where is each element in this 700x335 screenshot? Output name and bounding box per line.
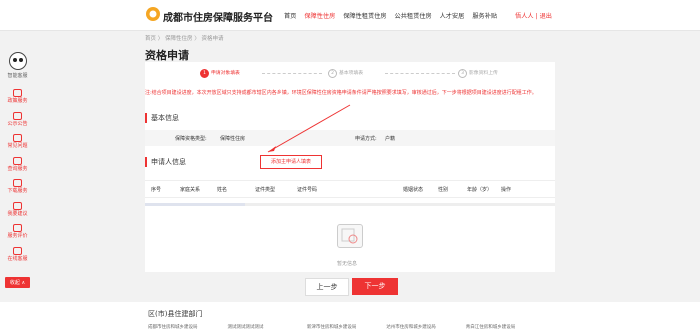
col-header: 序号 [151,187,162,193]
col-header: 证件号码 [297,187,318,193]
sidebar-item-notice[interactable]: 公示公告 [0,111,35,128]
query-icon [13,156,22,165]
step-divider [385,73,455,75]
step-3: 3 影像资料上传 [458,69,498,78]
footer: 区(市)县住建部门 成都市住房和城乡建设局 测试测试测试测试 新津市住房和城乡建… [0,302,700,335]
nav-public-rental[interactable]: 公共租赁住房 [395,13,432,20]
nav-subsidy[interactable]: 服务补贴 [472,13,497,20]
footer-link[interactable]: 成都市住房和城乡建设局 [148,324,226,330]
footer-title: 区(市)县住建部门 [148,310,203,318]
footer-link[interactable]: 青白江住房和城乡建设局 [466,324,544,330]
site-logo-icon[interactable] [144,6,162,24]
page-title: 资格申请 [145,49,189,62]
smart-service-label: 智能客服 [7,73,28,79]
col-header: 姓名 [217,187,228,193]
star-icon [13,134,22,142]
footer-link[interactable]: 测试测试测试测试 [227,324,305,330]
sidebar-item-label: 下载服务 [7,188,28,194]
step-label: 影像资料上传 [469,71,498,76]
step-label: 基本项填表 [339,71,363,76]
top-header: 成都市住房保障服务平台 首页 保障性住房 保障性租赁住房 公共租赁住房 人才安居… [0,0,700,31]
sidebar-item-download[interactable]: 下载服务 [0,179,35,195]
sidebar-item-online-service[interactable]: 在线客服 [0,246,35,263]
col-header: 婚姻状态 [403,187,424,193]
footer-links: 成都市住房和城乡建设局 测试测试测试测试 新津市住房和城乡建设局 达州市住房和城… [148,324,544,330]
sidebar-item-faq[interactable]: 常见问题 [0,134,35,150]
sidebar-item-label: 在线客服 [7,255,28,262]
nav-affordable-rental[interactable]: 保障性租赁住房 [343,13,386,20]
empty-data-icon [337,224,363,248]
progress-steps: 1 申请对象填表 2 基本项填表 3 影像资料上传 [200,67,500,81]
col-header: 家庭关系 [180,187,201,193]
sidebar-item-label: 服务评价 [7,233,28,239]
site-title[interactable]: 成都市住房保障服务平台 [163,9,273,24]
suggest-icon [13,201,22,210]
nav-affordable-housing[interactable]: 保障性住房 [304,13,335,20]
download-icon [13,179,22,187]
application-card: 1 申请对象填表 2 基本项填表 3 影像资料上传 注:结合项目建设进度，本次开放区域… [145,62,555,272]
prev-button[interactable]: 上一步 [305,278,349,296]
step-1: 1 申请对象填表 [200,69,240,78]
col-header: 性别 [438,187,449,193]
nav-home[interactable]: 首页 [284,13,296,20]
sidebar-item-policy[interactable]: 政策服务 [0,89,35,105]
user-logout[interactable]: 悟人人 | 退出 [515,11,552,20]
sidebar-item-query[interactable]: 查询服务 [0,156,35,173]
col-header: 证件类型 [255,187,276,193]
sidebar-item-label: 公示公告 [7,120,28,127]
step-2: 2 基本项填表 [328,69,363,78]
col-header: 操作 [501,187,512,193]
applicant-table-header: 序号 家庭关系 姓名 证件类型 证件号码 婚姻状态 性别 年龄（岁） 操作 [145,180,555,198]
basic-info-row: 保障资格类型: 保障性住房 申请方式: 户籍 [145,130,555,146]
sidebar-item-label: 我要建议 [7,210,28,217]
main-nav: 首页 保障性住房 保障性租赁住房 公共租赁住房 人才安居 服务补贴 [284,11,503,20]
sidebar-item-label: 政策服务 [7,98,28,104]
section-applicant: 申请人信息 [145,157,186,167]
collapse-button[interactable]: 收起 ∧ [4,277,31,288]
section-basic-info: 基本信息 [145,113,179,123]
smart-service[interactable]: 智能客服 [0,52,35,79]
panda-avatar-icon [8,52,27,70]
type-label: 保障资格类型: [175,136,207,142]
sidebar-item-suggest[interactable]: 我要建议 [0,201,35,218]
main-header: 首页 〉 保障性住房 〉 资格申请 资格申请 [145,31,555,63]
rating-icon [13,224,22,232]
horizontal-scrollbar[interactable] [145,203,555,206]
step-label: 申请对象填表 [211,71,240,76]
nav-talent-housing[interactable]: 人才安居 [440,13,465,20]
col-header: 年龄（岁） [467,187,493,193]
empty-text: 暂无信息 [337,261,358,267]
method-value: 户籍 [385,136,396,142]
sidebar-item-label: 常见问题 [7,143,28,149]
sidebar-item-rating[interactable]: 服务评价 [0,224,35,240]
policy-icon [13,89,22,97]
scrollbar-thumb[interactable] [145,203,245,206]
sidebar: 智能客服 政策服务 公示公告 常见问题 查询服务 下载服务 我要建议 服务评价 … [0,52,35,288]
notice-text: 注:结合项目建设进度，本次开放区域只支持成都市辖区内各乡镇，环境区保障性住房资格… [145,90,537,96]
add-main-applicant-button[interactable]: 添加主申请人填表 [260,155,322,169]
notice-icon [13,111,22,120]
footer-link[interactable]: 达州市住房和城乡建设局 [386,324,464,330]
type-value: 保障性住房 [220,136,246,142]
step-divider [262,73,322,75]
method-label: 申请方式: [355,136,377,142]
breadcrumb[interactable]: 首页 〉 保障性住房 〉 资格申请 [145,34,555,42]
sidebar-item-label: 查询服务 [7,165,28,172]
footer-link[interactable]: 新津市住房和城乡建设局 [307,324,385,330]
next-button[interactable]: 下一步 [352,278,398,295]
headset-icon [13,246,22,255]
